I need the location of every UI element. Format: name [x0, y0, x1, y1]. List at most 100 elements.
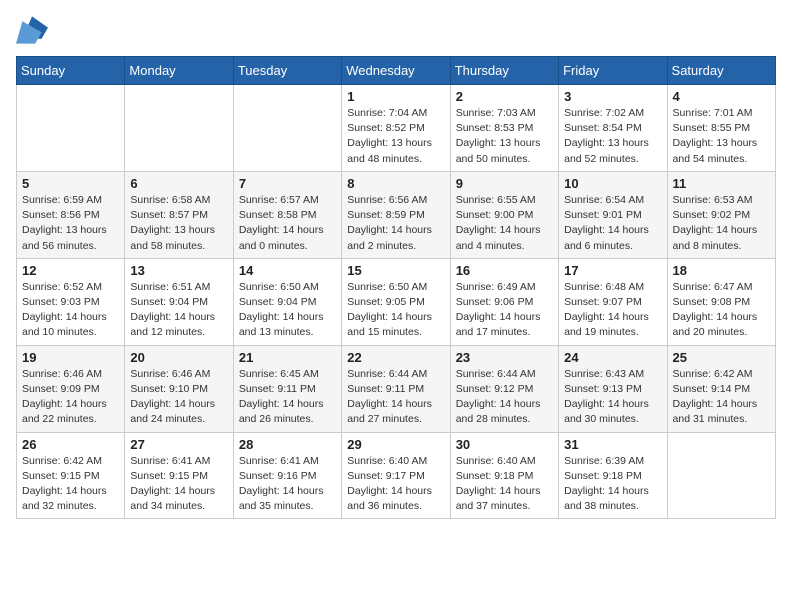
day-number: 27	[130, 437, 227, 452]
day-info: Sunrise: 6:44 AM Sunset: 9:11 PM Dayligh…	[347, 367, 444, 428]
day-info: Sunrise: 6:54 AM Sunset: 9:01 PM Dayligh…	[564, 193, 661, 254]
calendar-cell: 1Sunrise: 7:04 AM Sunset: 8:52 PM Daylig…	[342, 85, 450, 172]
calendar-cell: 16 Sunrise: 6:49 AM Sunset: 9:06 PM Dayli…	[450, 258, 558, 345]
day-number: 6	[130, 176, 227, 191]
day-info: Sunrise: 6:45 AM Sunset: 9:11 PM Dayligh…	[239, 367, 336, 428]
day-info: Sunrise: 6:39 AM Sunset: 9:18 PM Dayligh…	[564, 454, 661, 515]
day-number: 18	[673, 263, 770, 278]
calendar-cell: 29 Sunrise: 6:40 AM Sunset: 9:17 PM Dayli…	[342, 432, 450, 519]
calendar-cell: 23 Sunrise: 6:44 AM Sunset: 9:12 PM Dayli…	[450, 345, 558, 432]
day-info: Sunrise: 6:41 AM Sunset: 9:16 PM Dayligh…	[239, 454, 336, 515]
day-number: 8	[347, 176, 444, 191]
day-number: 13	[130, 263, 227, 278]
day-header-tuesday: Tuesday	[233, 57, 341, 85]
calendar-cell: 30 Sunrise: 6:40 AM Sunset: 9:18 PM Dayli…	[450, 432, 558, 519]
day-info: Sunrise: 7:02 AM Sunset: 8:54 PM Dayligh…	[564, 106, 661, 167]
calendar-cell: 7Sunrise: 6:57 AM Sunset: 8:58 PM Daylig…	[233, 171, 341, 258]
day-number: 21	[239, 350, 336, 365]
calendar-cell: 18 Sunrise: 6:47 AM Sunset: 9:08 PM Dayli…	[667, 258, 775, 345]
day-info: Sunrise: 7:03 AM Sunset: 8:53 PM Dayligh…	[456, 106, 553, 167]
day-info: Sunrise: 6:56 AM Sunset: 8:59 PM Dayligh…	[347, 193, 444, 254]
day-number: 19	[22, 350, 119, 365]
calendar-cell: 24 Sunrise: 6:43 AM Sunset: 9:13 PM Dayli…	[559, 345, 667, 432]
day-number: 10	[564, 176, 661, 191]
calendar-cell: 21 Sunrise: 6:45 AM Sunset: 9:11 PM Dayli…	[233, 345, 341, 432]
calendar-cell: 26 Sunrise: 6:42 AM Sunset: 9:15 PM Dayli…	[17, 432, 125, 519]
calendar-cell: 31 Sunrise: 6:39 AM Sunset: 9:18 PM Dayli…	[559, 432, 667, 519]
calendar-cell	[125, 85, 233, 172]
day-info: Sunrise: 6:55 AM Sunset: 9:00 PM Dayligh…	[456, 193, 553, 254]
calendar-week-row: 1Sunrise: 7:04 AM Sunset: 8:52 PM Daylig…	[17, 85, 776, 172]
day-number: 16	[456, 263, 553, 278]
day-info: Sunrise: 6:47 AM Sunset: 9:08 PM Dayligh…	[673, 280, 770, 341]
calendar-cell: 28 Sunrise: 6:41 AM Sunset: 9:16 PM Dayli…	[233, 432, 341, 519]
day-info: Sunrise: 6:40 AM Sunset: 9:18 PM Dayligh…	[456, 454, 553, 515]
day-number: 15	[347, 263, 444, 278]
calendar-cell: 12Sunrise: 6:52 AM Sunset: 9:03 PM Dayli…	[17, 258, 125, 345]
logo-icon	[16, 16, 48, 44]
day-number: 29	[347, 437, 444, 452]
calendar-cell: 4 Sunrise: 7:01 AM Sunset: 8:55 PM Daylig…	[667, 85, 775, 172]
day-number: 14	[239, 263, 336, 278]
day-header-saturday: Saturday	[667, 57, 775, 85]
day-info: Sunrise: 6:50 AM Sunset: 9:05 PM Dayligh…	[347, 280, 444, 341]
day-number: 23	[456, 350, 553, 365]
day-number: 25	[673, 350, 770, 365]
day-header-friday: Friday	[559, 57, 667, 85]
day-info: Sunrise: 6:42 AM Sunset: 9:15 PM Dayligh…	[22, 454, 119, 515]
calendar-cell: 11Sunrise: 6:53 AM Sunset: 9:02 PM Dayli…	[667, 171, 775, 258]
day-info: Sunrise: 6:57 AM Sunset: 8:58 PM Dayligh…	[239, 193, 336, 254]
day-number: 4	[673, 89, 770, 104]
calendar-cell: 13 Sunrise: 6:51 AM Sunset: 9:04 PM Dayli…	[125, 258, 233, 345]
calendar-cell: 3 Sunrise: 7:02 AM Sunset: 8:54 PM Daylig…	[559, 85, 667, 172]
day-number: 31	[564, 437, 661, 452]
day-header-monday: Monday	[125, 57, 233, 85]
day-info: Sunrise: 6:46 AM Sunset: 9:10 PM Dayligh…	[130, 367, 227, 428]
day-info: Sunrise: 6:53 AM Sunset: 9:02 PM Dayligh…	[673, 193, 770, 254]
day-number: 26	[22, 437, 119, 452]
calendar-cell: 25 Sunrise: 6:42 AM Sunset: 9:14 PM Dayli…	[667, 345, 775, 432]
day-info: Sunrise: 6:51 AM Sunset: 9:04 PM Dayligh…	[130, 280, 227, 341]
day-number: 30	[456, 437, 553, 452]
day-info: Sunrise: 6:52 AM Sunset: 9:03 PM Dayligh…	[22, 280, 119, 341]
day-number: 5	[22, 176, 119, 191]
calendar-week-row: 26 Sunrise: 6:42 AM Sunset: 9:15 PM Dayli…	[17, 432, 776, 519]
day-info: Sunrise: 6:50 AM Sunset: 9:04 PM Dayligh…	[239, 280, 336, 341]
day-info: Sunrise: 7:04 AM Sunset: 8:52 PM Dayligh…	[347, 106, 444, 167]
calendar-cell	[17, 85, 125, 172]
day-number: 20	[130, 350, 227, 365]
day-info: Sunrise: 6:58 AM Sunset: 8:57 PM Dayligh…	[130, 193, 227, 254]
calendar-cell: 17Sunrise: 6:48 AM Sunset: 9:07 PM Dayli…	[559, 258, 667, 345]
day-info: Sunrise: 6:43 AM Sunset: 9:13 PM Dayligh…	[564, 367, 661, 428]
day-info: Sunrise: 6:49 AM Sunset: 9:06 PM Dayligh…	[456, 280, 553, 341]
calendar-cell: 2 Sunrise: 7:03 AM Sunset: 8:53 PM Daylig…	[450, 85, 558, 172]
calendar-cell: 10 Sunrise: 6:54 AM Sunset: 9:01 PM Dayli…	[559, 171, 667, 258]
day-header-wednesday: Wednesday	[342, 57, 450, 85]
calendar-cell: 8 Sunrise: 6:56 AM Sunset: 8:59 PM Daylig…	[342, 171, 450, 258]
day-number: 3	[564, 89, 661, 104]
day-header-thursday: Thursday	[450, 57, 558, 85]
calendar-cell: 27Sunrise: 6:41 AM Sunset: 9:15 PM Dayli…	[125, 432, 233, 519]
day-info: Sunrise: 6:59 AM Sunset: 8:56 PM Dayligh…	[22, 193, 119, 254]
calendar-week-row: 5 Sunrise: 6:59 AM Sunset: 8:56 PM Daylig…	[17, 171, 776, 258]
calendar-cell	[233, 85, 341, 172]
day-info: Sunrise: 6:44 AM Sunset: 9:12 PM Dayligh…	[456, 367, 553, 428]
day-number: 2	[456, 89, 553, 104]
day-number: 28	[239, 437, 336, 452]
day-info: Sunrise: 7:01 AM Sunset: 8:55 PM Dayligh…	[673, 106, 770, 167]
calendar-cell: 5 Sunrise: 6:59 AM Sunset: 8:56 PM Daylig…	[17, 171, 125, 258]
calendar-cell: 22Sunrise: 6:44 AM Sunset: 9:11 PM Dayli…	[342, 345, 450, 432]
day-info: Sunrise: 6:42 AM Sunset: 9:14 PM Dayligh…	[673, 367, 770, 428]
calendar-week-row: 19Sunrise: 6:46 AM Sunset: 9:09 PM Dayli…	[17, 345, 776, 432]
page-header	[16, 16, 776, 44]
calendar-cell: 20 Sunrise: 6:46 AM Sunset: 9:10 PM Dayli…	[125, 345, 233, 432]
day-number: 17	[564, 263, 661, 278]
calendar-cell: 9Sunrise: 6:55 AM Sunset: 9:00 PM Daylig…	[450, 171, 558, 258]
day-info: Sunrise: 6:40 AM Sunset: 9:17 PM Dayligh…	[347, 454, 444, 515]
calendar-header-row: SundayMondayTuesdayWednesdayThursdayFrid…	[17, 57, 776, 85]
calendar-cell: 14 Sunrise: 6:50 AM Sunset: 9:04 PM Dayli…	[233, 258, 341, 345]
calendar-table: SundayMondayTuesdayWednesdayThursdayFrid…	[16, 56, 776, 519]
calendar-cell: 6 Sunrise: 6:58 AM Sunset: 8:57 PM Daylig…	[125, 171, 233, 258]
calendar-cell	[667, 432, 775, 519]
day-number: 24	[564, 350, 661, 365]
